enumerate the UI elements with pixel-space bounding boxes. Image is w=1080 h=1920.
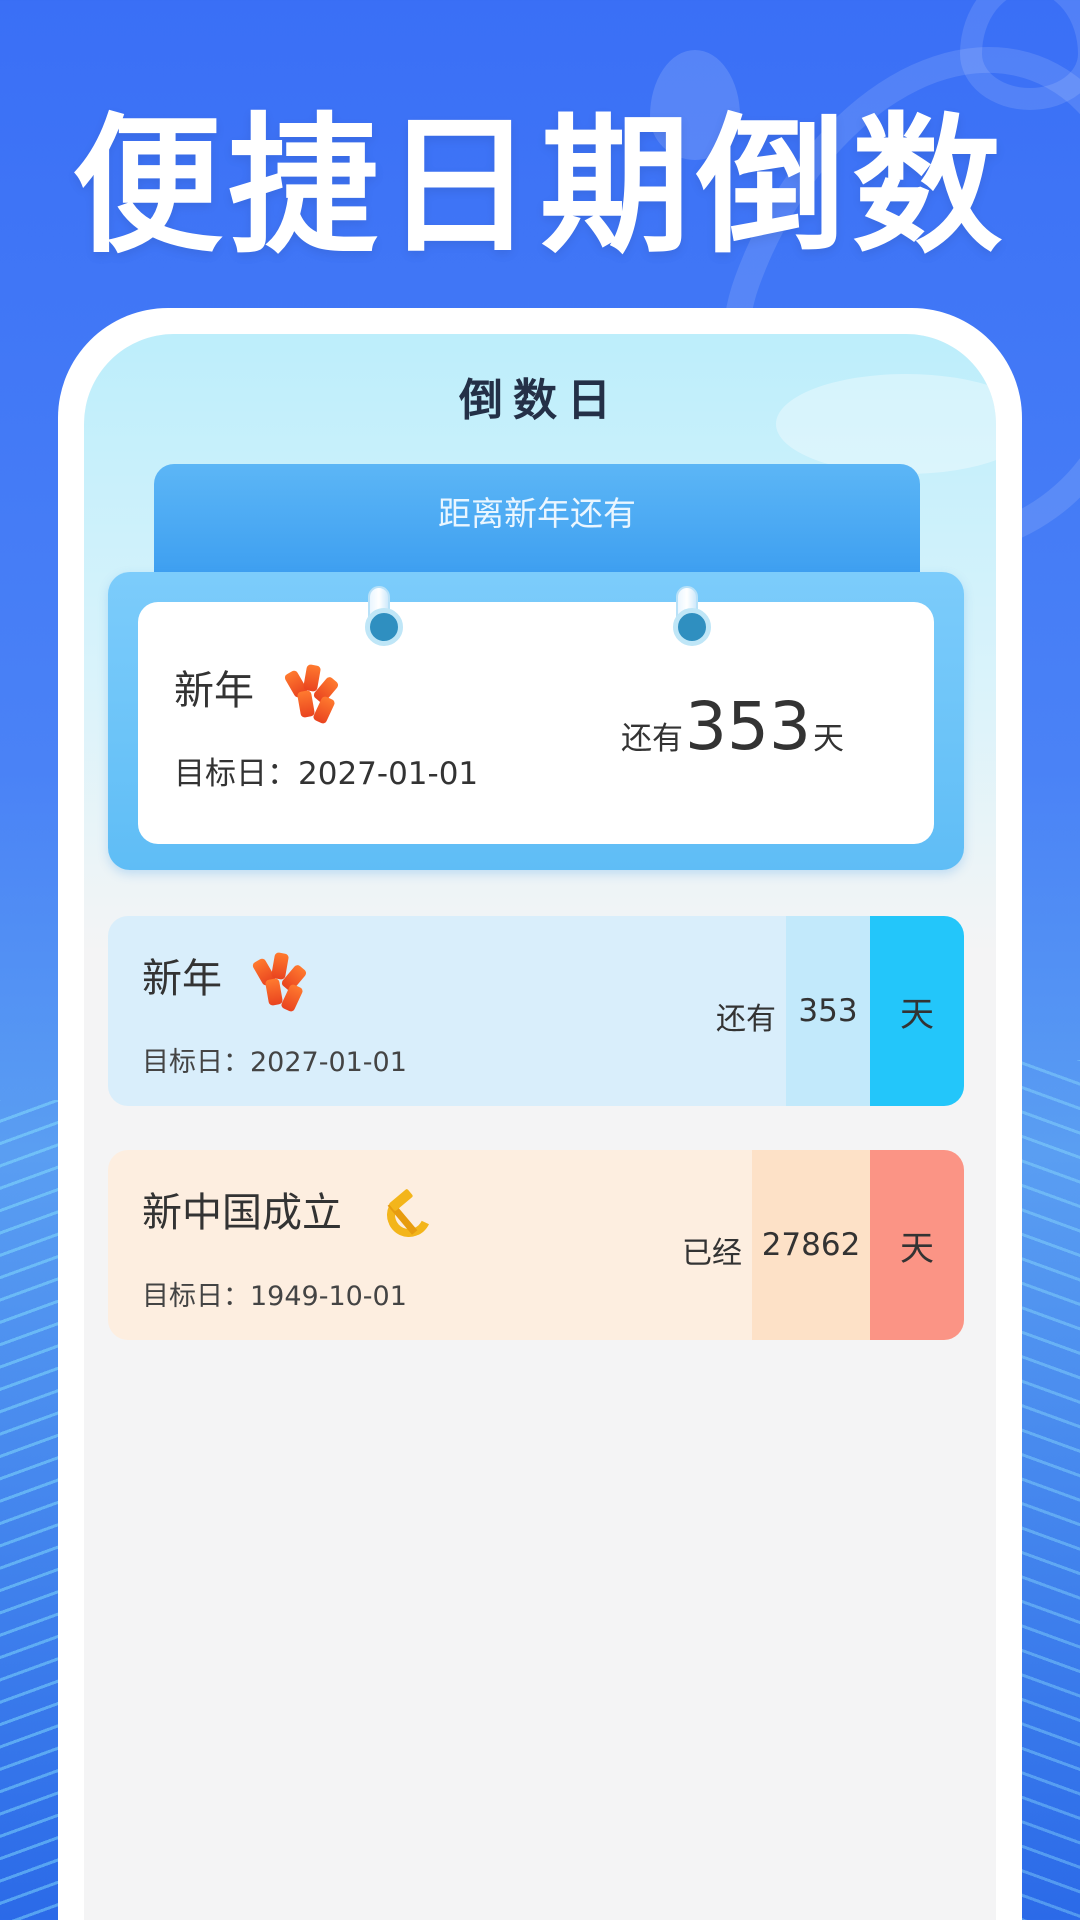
countdown-list-item[interactable]: 新中国成立 目标日：1949-10-01 已经 27862 天 xyxy=(108,1150,964,1340)
featured-days-counter: 还有353天 xyxy=(621,688,844,765)
featured-event-title: 新年 xyxy=(174,668,254,714)
featured-days-suffix: 天 xyxy=(813,721,844,757)
phone-frame: 倒数日 距离新年还有 新年 目标日：2027-01-01 还有353天 新年 目… xyxy=(58,308,1022,1920)
app-screen: 倒数日 距离新年还有 新年 目标日：2027-01-01 还有353天 新年 目… xyxy=(84,334,996,1920)
featured-tab-label: 距离新年还有 xyxy=(154,464,920,584)
hammer-sickle-icon xyxy=(380,1186,437,1244)
event-target-date: 目标日：2027-01-01 xyxy=(142,1047,407,1078)
firecracker-icon xyxy=(283,663,345,725)
promo-headline: 便捷日期倒数 xyxy=(71,100,1008,274)
countdown-list-item[interactable]: 新年 目标日：2027-01-01 还有 353 天 xyxy=(108,916,964,1106)
featured-event-name: 新年 xyxy=(174,658,345,725)
firecracker-icon xyxy=(251,951,313,1013)
event-name: 新中国成立 xyxy=(142,1180,437,1244)
page-title: 倒数日 xyxy=(459,375,621,426)
event-days-number: 353 xyxy=(786,916,870,1106)
event-status-label: 已经 xyxy=(682,1236,742,1271)
event-days-unit: 天 xyxy=(870,916,964,1106)
event-target-date: 目标日：1949-10-01 xyxy=(142,1281,407,1312)
event-days-number: 27862 xyxy=(752,1150,870,1340)
event-title: 新年 xyxy=(142,956,222,1002)
event-status-label: 还有 xyxy=(716,1002,776,1037)
featured-days-prefix: 还有 xyxy=(621,721,684,757)
event-name: 新年 xyxy=(142,946,313,1013)
calendar-ring-icon xyxy=(673,586,711,646)
featured-target-date: 目标日：2027-01-01 xyxy=(174,756,479,792)
featured-days-number: 353 xyxy=(685,688,811,765)
calendar-ring-icon xyxy=(365,586,403,646)
event-days-unit: 天 xyxy=(870,1150,964,1340)
event-title: 新中国成立 xyxy=(142,1190,342,1236)
featured-countdown-card[interactable]: 新年 目标日：2027-01-01 还有353天 xyxy=(108,572,964,870)
featured-card-body: 新年 目标日：2027-01-01 还有353天 xyxy=(138,586,934,844)
